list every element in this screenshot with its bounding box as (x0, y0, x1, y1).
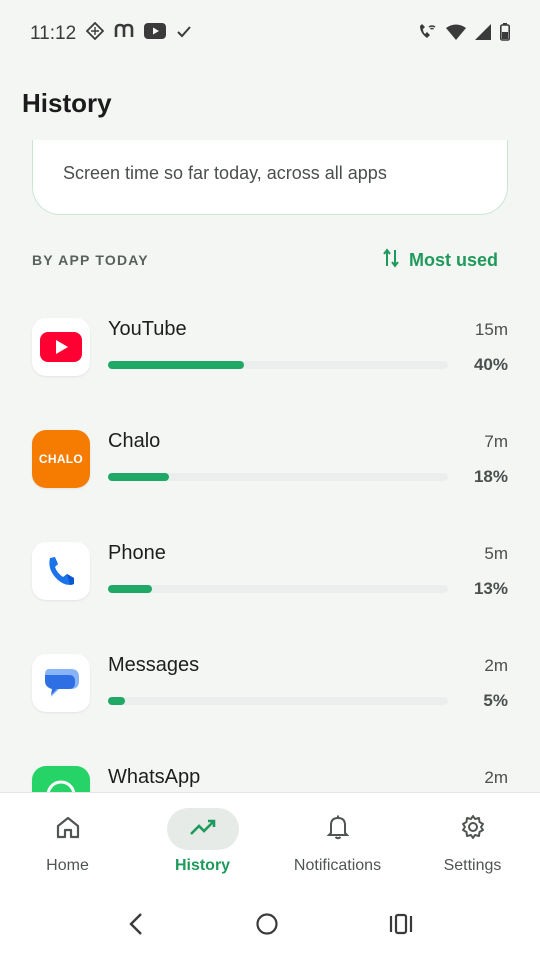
youtube-icon (32, 318, 90, 376)
usage-bar-track (108, 585, 448, 593)
usage-bar-track (108, 473, 448, 481)
battery-icon (500, 22, 510, 46)
page-title: History (22, 88, 112, 118)
nav-home[interactable]: Home (0, 793, 135, 893)
status-right (417, 22, 510, 46)
chalo-logo-text: CHALO (38, 452, 84, 466)
screen-time-summary-card: Screen time so far today, across all app… (32, 140, 508, 215)
nav-notifications[interactable]: Notifications (270, 793, 405, 893)
usage-bar-fill (108, 361, 244, 369)
app-name: Messages (108, 654, 200, 676)
app-row-chalo[interactable]: CHALO Chalo 7m 18% (0, 412, 540, 524)
signal-icon (475, 23, 491, 45)
app-time: 2m (484, 656, 508, 675)
nav-label: Notifications (293, 857, 382, 874)
usage-bar-fill (108, 697, 125, 705)
nav-settings-indicator (437, 808, 509, 850)
status-bar: 11:12 (0, 0, 540, 68)
app-row-phone[interactable]: Phone 5m 13% (0, 524, 540, 636)
nav-history[interactable]: History (135, 793, 270, 893)
usage-bar-fill (108, 473, 170, 481)
app-usage-list[interactable]: YouTube 15m 40% CHALO Chalo 7m 18% Phone… (0, 300, 540, 792)
app-name: Phone (108, 542, 166, 564)
nav-label: Settings (443, 857, 502, 874)
gear-icon (460, 814, 486, 845)
nav-notifications-indicator (302, 808, 374, 850)
nav-history-indicator (166, 808, 239, 850)
messages-icon (32, 654, 90, 712)
sort-label: Most used (408, 250, 498, 270)
nav-settings[interactable]: Settings (405, 793, 540, 893)
diamond-grid-icon (85, 21, 105, 46)
app-percent: 18% (473, 467, 508, 486)
summary-caption: Screen time so far today, across all app… (63, 163, 387, 183)
app-time: 7m (484, 432, 508, 451)
status-time: 11:12 (30, 23, 77, 44)
m-logo-icon (114, 23, 134, 45)
app-name: YouTube (108, 318, 187, 340)
chalo-icon: CHALO (32, 430, 90, 488)
whatsapp-icon (32, 766, 90, 792)
wifi-call-icon (417, 23, 437, 46)
app-time: 5m (484, 544, 508, 563)
phone-icon (32, 542, 90, 600)
app-row-youtube[interactable]: YouTube 15m 40% (0, 300, 540, 412)
nav-label: History (174, 857, 231, 874)
check-icon (176, 23, 192, 45)
recents-icon[interactable] (389, 913, 413, 940)
app-name: WhatsApp (108, 766, 201, 788)
app-row-messages[interactable]: Messages 2m 5% (0, 636, 540, 748)
bell-icon (326, 814, 350, 845)
app-row-whatsapp[interactable]: WhatsApp 2m (0, 748, 540, 792)
app-time: 2m (484, 768, 508, 787)
app-name: Chalo (108, 430, 161, 452)
app-percent: 40% (473, 355, 508, 374)
usage-bar-track (108, 697, 448, 705)
nav-home-indicator (32, 808, 104, 850)
back-icon[interactable] (127, 912, 145, 941)
bottom-nav: Home History Notifications Settings (0, 792, 540, 893)
section-label: BY APP TODAY (32, 252, 149, 268)
app-percent: 5% (483, 691, 508, 710)
sort-button[interactable]: Most used (383, 248, 498, 273)
usage-bar-fill (108, 585, 153, 593)
wifi-icon (446, 24, 466, 45)
usage-bar-track (108, 361, 448, 369)
system-nav-bar (0, 892, 540, 960)
app-time: 15m (474, 320, 508, 339)
home-icon (55, 815, 81, 844)
app-percent: 13% (473, 579, 508, 598)
youtube-small-icon (144, 23, 167, 45)
home-circle-icon[interactable] (255, 912, 279, 941)
trend-icon (189, 817, 217, 842)
sort-arrows-icon (383, 248, 399, 273)
nav-label: Home (46, 857, 89, 874)
status-left: 11:12 (30, 21, 192, 46)
